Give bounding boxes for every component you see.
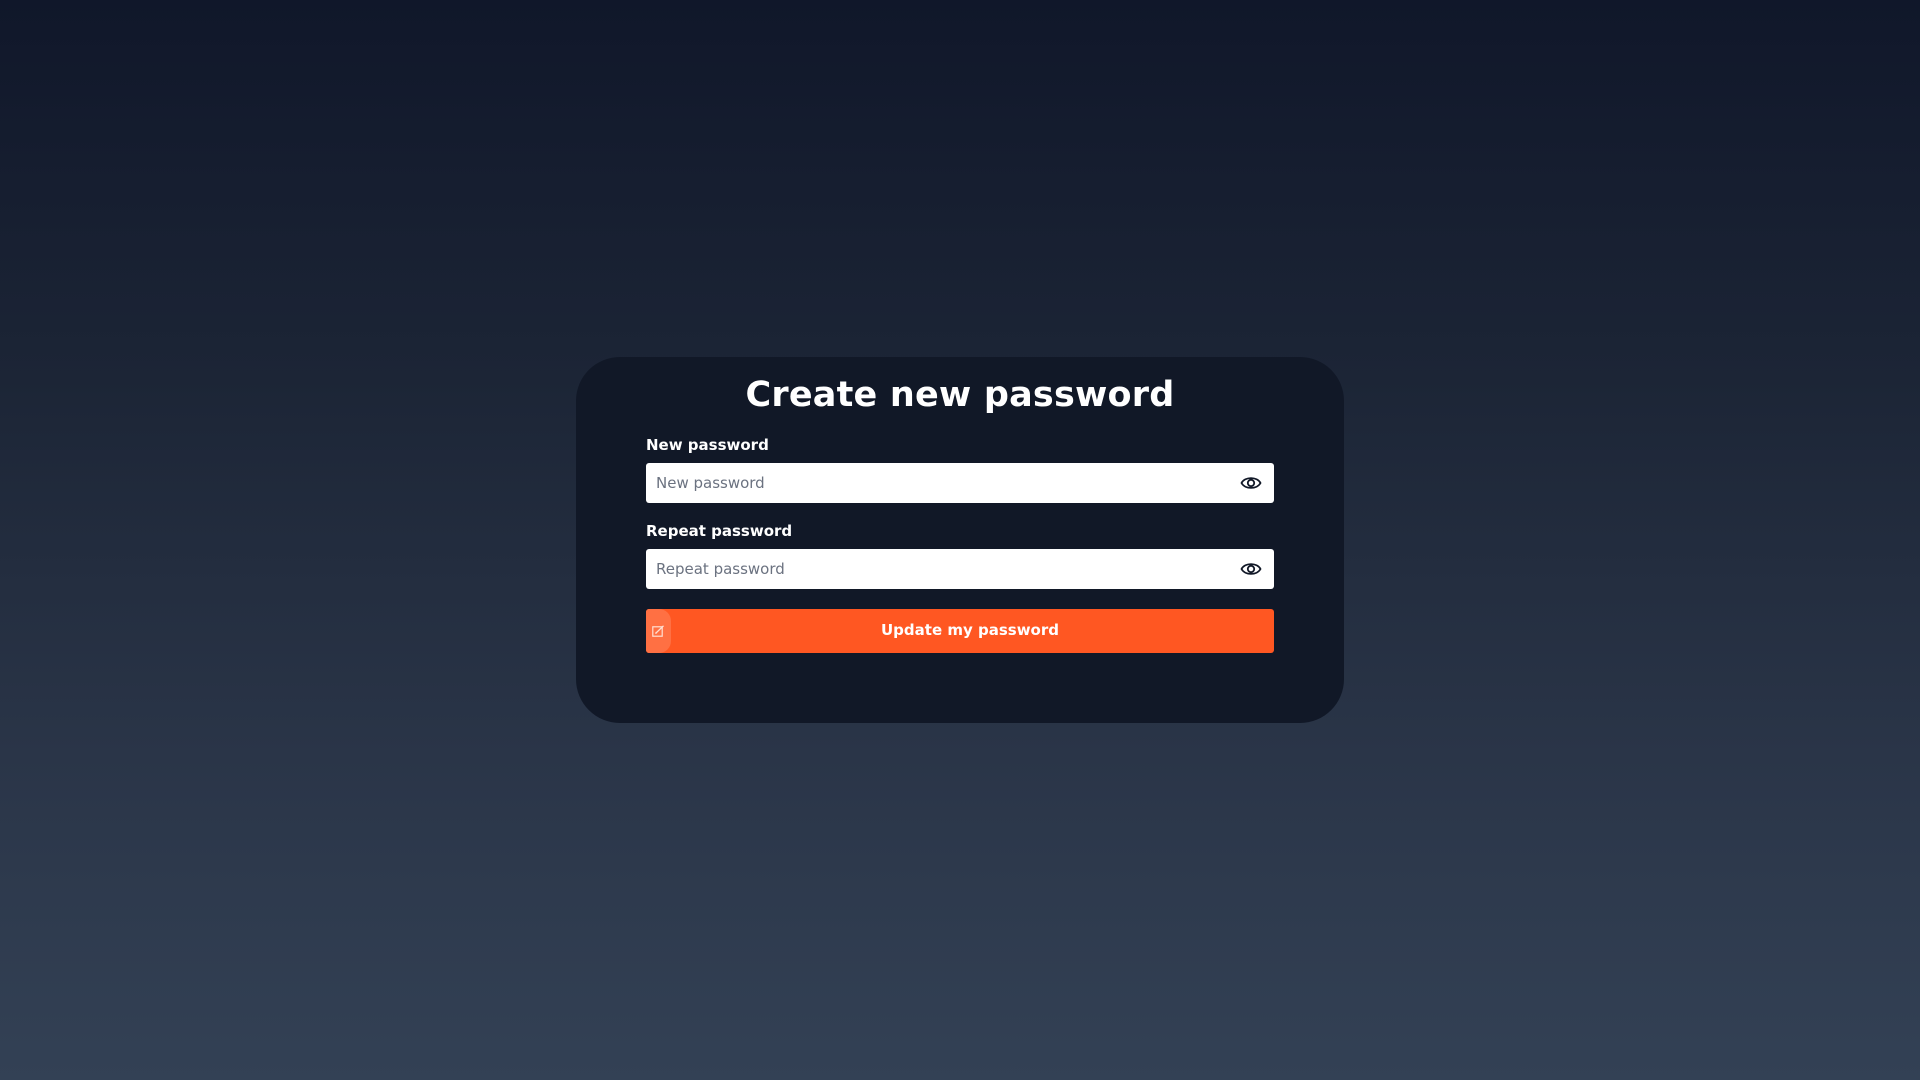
repeat-password-label: Repeat password: [646, 522, 793, 540]
update-password-label: Update my password: [881, 621, 1059, 639]
new-password-field: [646, 463, 1274, 503]
update-password-button[interactable]: Update my password: [646, 609, 1274, 653]
new-password-label: New password: [646, 436, 769, 454]
new-password-input[interactable]: [646, 463, 1216, 503]
password-reset-card: Create new password New password Repeat …: [576, 357, 1344, 723]
eye-icon[interactable]: [1240, 560, 1262, 578]
page-title: Create new password: [745, 375, 1175, 415]
repeat-password-field: [646, 549, 1274, 589]
eye-icon[interactable]: [1240, 474, 1262, 492]
repeat-password-input[interactable]: [646, 549, 1216, 589]
